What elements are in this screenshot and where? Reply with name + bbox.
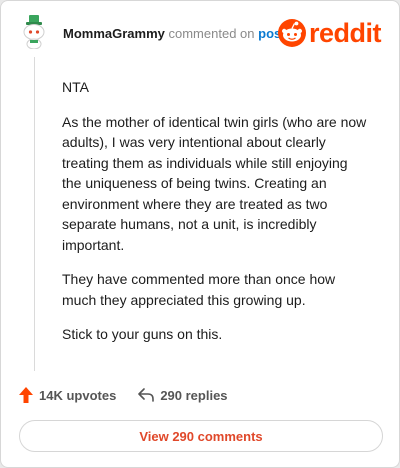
reply-count: 290 replies (160, 387, 228, 403)
comment-paragraph: NTA (62, 79, 89, 95)
reddit-logo-text: reddit (309, 17, 382, 48)
view-comments-button[interactable]: View 290 comments (19, 420, 383, 452)
comment-body: NTA As the mother of identical twin girl… (62, 77, 370, 345)
upvote-count: 14K upvotes (39, 387, 117, 403)
comment-paragraph: They have commented more than once how m… (62, 271, 336, 308)
comment-header: MommaGrammy commented on post (63, 26, 286, 41)
reddit-logo[interactable]: reddit (278, 17, 382, 48)
upvote-arrow-icon (19, 387, 33, 403)
username-link[interactable]: MommaGrammy (63, 26, 165, 41)
comment-paragraph: Stick to your guns on this. (62, 326, 223, 342)
reddit-logo-icon (278, 19, 306, 47)
reply-arrow-icon (138, 388, 155, 402)
thread-line (34, 57, 35, 371)
upvote-button[interactable]: 14K upvotes (19, 387, 116, 403)
action-text: commented on (168, 26, 255, 41)
comment-paragraph: As the mother of identical twin girls (w… (62, 113, 367, 253)
replies-button[interactable]: 290 replies (138, 387, 228, 403)
snoo-avatar-icon[interactable] (19, 15, 49, 50)
comment-stats: 14K upvotes 290 replies (19, 387, 228, 403)
comment-card: MommaGrammy commented on post reddit NTA… (0, 0, 400, 468)
